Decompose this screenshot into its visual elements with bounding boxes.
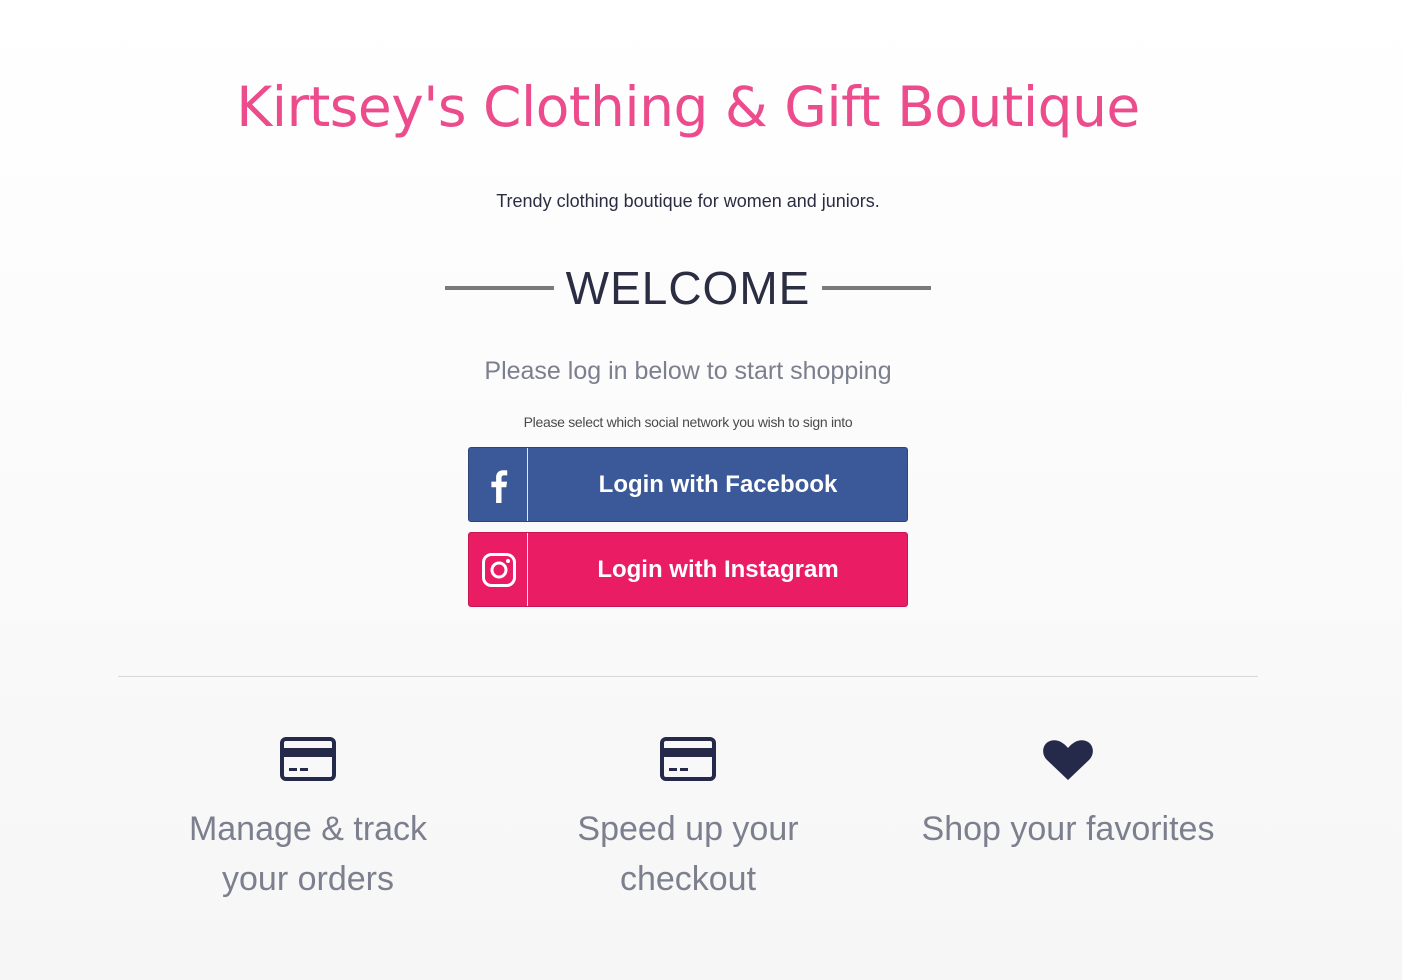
login-instagram-button[interactable]: Login with Instagram bbox=[468, 532, 908, 607]
welcome-divider-right bbox=[822, 286, 931, 290]
heart-icon bbox=[1043, 740, 1093, 780]
welcome-divider-left bbox=[445, 286, 554, 290]
login-facebook-button[interactable]: Login with Facebook bbox=[468, 447, 908, 522]
section-divider bbox=[118, 676, 1258, 677]
feature-text: Manage & track your orders bbox=[188, 810, 428, 898]
welcome-heading: WELCOME bbox=[565, 262, 811, 314]
facebook-icon bbox=[491, 470, 508, 503]
feature-text: Shop your favorites bbox=[921, 810, 1215, 848]
login-instagram-label: Login with Instagram bbox=[597, 556, 839, 583]
feature-shop-favorites: Shop your favorites bbox=[878, 736, 1258, 854]
instagram-icon bbox=[482, 553, 516, 587]
feature-text: Speed up your checkout bbox=[577, 810, 799, 898]
store-tagline: Trendy clothing boutique for women and j… bbox=[496, 191, 880, 211]
welcome-heading-row: WELCOME bbox=[445, 258, 931, 318]
credit-card-icon bbox=[280, 737, 336, 781]
login-page: Kirtsey's Clothing & Gift Boutique Trend… bbox=[0, 0, 1402, 980]
feature-speed-checkout: Speed up your checkout bbox=[498, 736, 878, 904]
facebook-icon-box bbox=[469, 448, 528, 521]
instagram-icon-box bbox=[469, 533, 528, 606]
social-select-note: Please select which social network you w… bbox=[523, 414, 853, 430]
login-prompt: Please log in below to start shopping bbox=[484, 357, 892, 385]
feature-manage-orders: Manage & track your orders bbox=[118, 736, 498, 904]
credit-card-icon bbox=[660, 737, 716, 781]
login-facebook-label: Login with Facebook bbox=[598, 471, 838, 498]
store-title: Kirtsey's Clothing & Gift Boutique bbox=[236, 75, 1140, 139]
